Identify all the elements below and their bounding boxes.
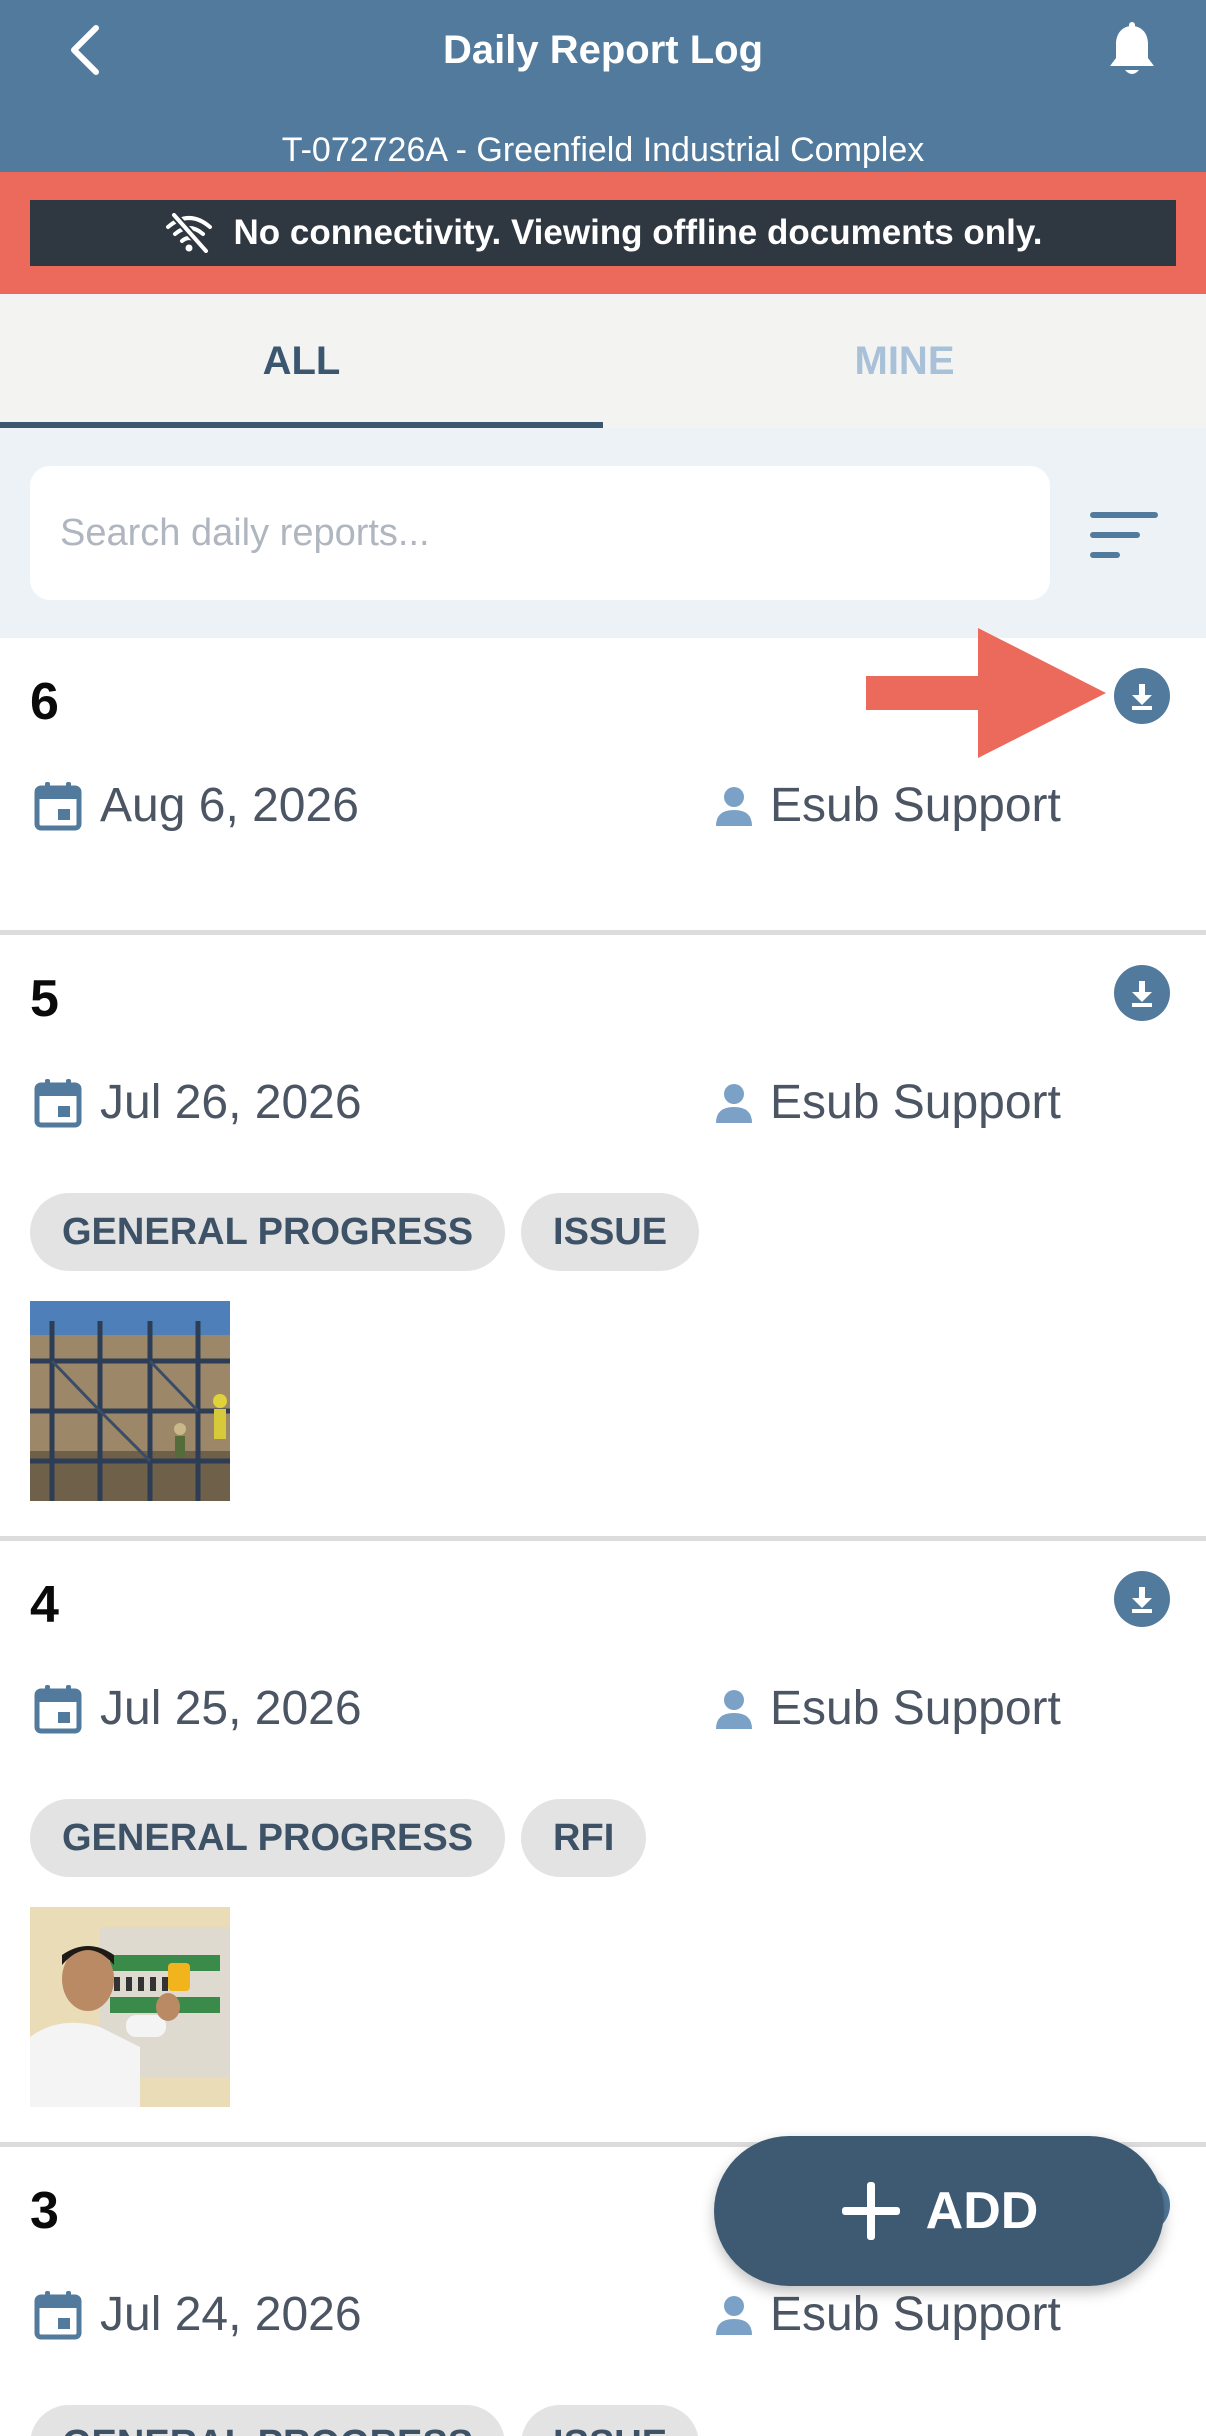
report-date-text: Jul 24, 2026 — [100, 2288, 362, 2341]
add-report-button[interactable]: ADD — [714, 2136, 1164, 2286]
bell-icon — [1110, 22, 1154, 74]
report-date-text: Jul 26, 2026 — [100, 1076, 362, 1129]
download-button[interactable] — [1114, 1571, 1170, 1627]
tab-mine[interactable]: MINE — [603, 294, 1206, 428]
person-icon — [716, 786, 752, 826]
report-author: Esub Support — [716, 1681, 1061, 1736]
report-author-text: Esub Support — [770, 2288, 1061, 2341]
report-date-text: Aug 6, 2026 — [100, 779, 359, 832]
report-author: Esub Support — [716, 1075, 1061, 1130]
report-date: Jul 25, 2026 — [34, 1681, 362, 1736]
search-input[interactable] — [60, 511, 1050, 555]
tab-all[interactable]: ALL — [0, 294, 603, 428]
wifi-off-icon — [165, 213, 212, 253]
tag-chip: ISSUE — [521, 1193, 700, 1271]
tag-chip: GENERAL PROGRESS — [30, 1193, 506, 1271]
report-number: 4 — [30, 1576, 59, 1634]
download-button[interactable] — [1114, 965, 1170, 1021]
report-date: Aug 6, 2026 — [34, 778, 359, 833]
report-date: Jul 26, 2026 — [34, 1075, 362, 1130]
search-area — [0, 428, 1206, 638]
notifications-button[interactable] — [1102, 20, 1162, 80]
download-icon — [1132, 1587, 1152, 1613]
tag-chip: GENERAL PROGRESS — [30, 2405, 506, 2436]
person-icon — [716, 1689, 752, 1729]
report-author-text: Esub Support — [770, 1682, 1061, 1735]
page-title: Daily Report Log — [442, 28, 764, 72]
report-number: 6 — [30, 673, 59, 731]
report-photo-scaffolding[interactable] — [30, 1301, 230, 1501]
report-number: 3 — [30, 2182, 59, 2240]
sort-icon — [1090, 512, 1158, 558]
tag-chip: ISSUE — [521, 2405, 700, 2436]
scaffolding-image — [30, 1301, 230, 1501]
annotation-arrow-icon — [866, 628, 1106, 758]
tag-list: GENERAL PROGRESS RFI — [30, 1799, 647, 1877]
add-button-label: ADD — [925, 2182, 1039, 2240]
tag-list: GENERAL PROGRESS ISSUE — [30, 1193, 700, 1271]
offline-banner-highlight: No connectivity. Viewing offline documen… — [0, 172, 1206, 294]
search-box — [30, 466, 1050, 600]
calendar-icon — [34, 781, 82, 830]
report-card[interactable]: 4 Jul 25, 2026 Esub Support GENERAL PROG… — [0, 1541, 1206, 2147]
sort-button[interactable] — [1088, 508, 1160, 562]
calendar-icon — [34, 1684, 82, 1733]
report-author: Esub Support — [716, 2287, 1061, 2342]
person-icon — [716, 2295, 752, 2335]
report-card[interactable]: 5 Jul 26, 2026 Esub Support GENERAL PROG… — [0, 935, 1206, 1541]
download-icon — [1132, 684, 1152, 710]
app-header: Daily Report Log T-072726A - Greenfield … — [0, 0, 1206, 172]
tag-chip: RFI — [521, 1799, 647, 1877]
tag-chip: GENERAL PROGRESS — [30, 1799, 506, 1877]
tag-list: GENERAL PROGRESS ISSUE — [30, 2405, 700, 2436]
report-number: 5 — [30, 970, 59, 1028]
download-icon — [1132, 981, 1152, 1007]
project-subtitle: T-072726A - Greenfield Industrial Comple… — [281, 131, 925, 169]
report-date-text: Jul 25, 2026 — [100, 1682, 362, 1735]
report-date: Jul 24, 2026 — [34, 2287, 362, 2342]
person-icon — [716, 1083, 752, 1123]
calendar-icon — [34, 1078, 82, 1127]
report-author-text: Esub Support — [770, 779, 1061, 832]
tab-bar: ALL MINE — [0, 294, 1206, 428]
electrician-image — [30, 1907, 230, 2107]
calendar-icon — [34, 2290, 82, 2339]
offline-banner-text: No connectivity. Viewing offline documen… — [233, 213, 1043, 252]
report-photo-electrician[interactable] — [30, 1907, 230, 2107]
download-button[interactable] — [1114, 668, 1170, 724]
report-author: Esub Support — [716, 778, 1061, 833]
report-author-text: Esub Support — [770, 1076, 1061, 1129]
plus-icon — [841, 2182, 900, 2240]
offline-banner: No connectivity. Viewing offline documen… — [30, 200, 1176, 266]
